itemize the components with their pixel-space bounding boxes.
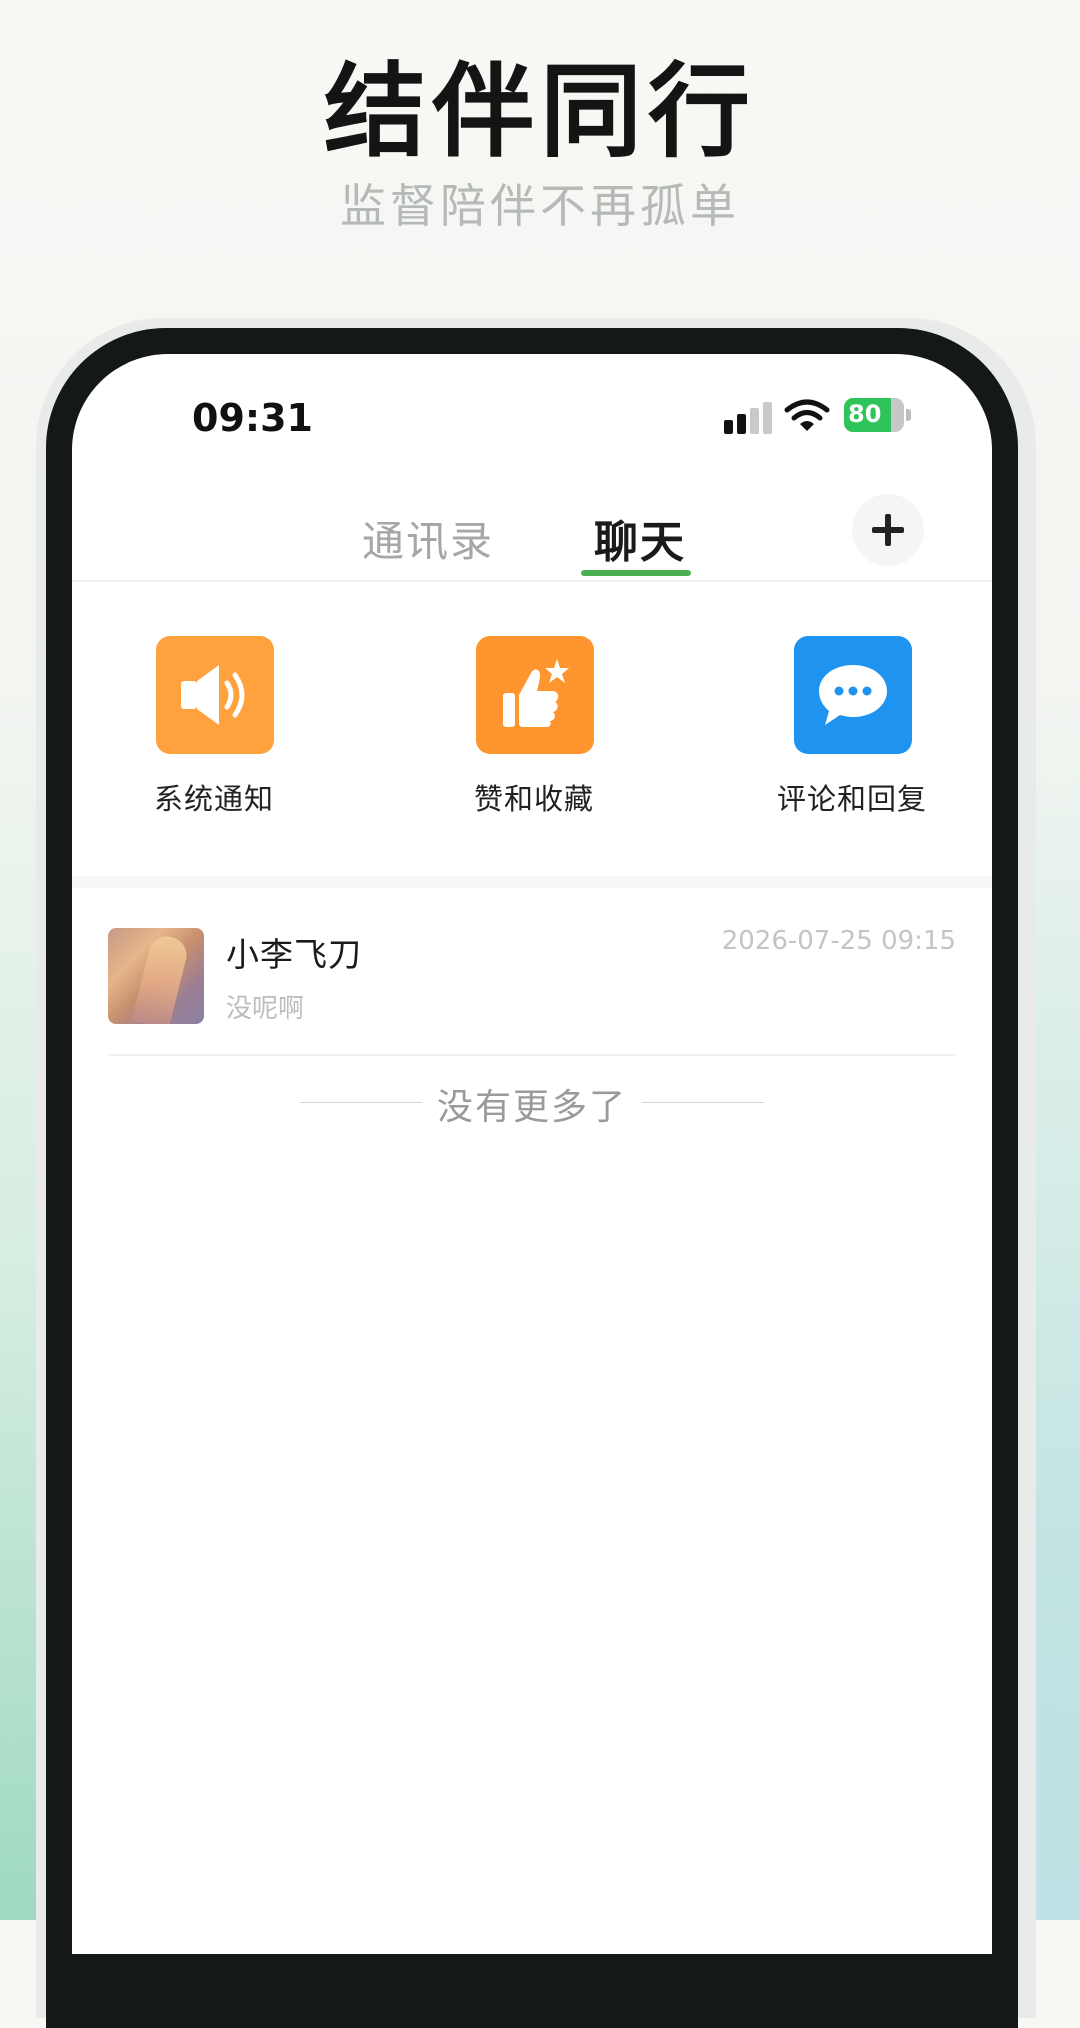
section-separator <box>72 876 992 888</box>
wifi-icon <box>784 399 830 431</box>
battery-level: 80 <box>848 400 882 428</box>
conversation-item[interactable]: 小李飞刀 没呢啊 2026-07-25 09:15 <box>72 888 992 1054</box>
tab-contacts[interactable]: 通讯录 <box>362 508 494 569</box>
tab-chat[interactable]: 聊天 <box>594 506 686 570</box>
conversation-preview: 没呢啊 <box>226 994 305 1024</box>
list-end-text: 没有更多了 <box>436 1087 627 1128</box>
shortcut-likes-favorites[interactable]: 赞和收藏 <box>434 636 634 836</box>
active-tab-indicator <box>581 570 691 576</box>
conversation-time: 2026-07-25 09:15 <box>721 926 956 956</box>
shortcut-label: 评论和回复 <box>776 782 927 816</box>
promo-subtitle: 监督陪伴不再孤单 <box>340 179 740 233</box>
shortcut-label: 系统通知 <box>153 782 274 816</box>
status-time: 09:31 <box>192 396 313 440</box>
tab-divider <box>72 580 992 582</box>
likes-tile <box>476 636 594 754</box>
shortcut-comments-replies[interactable]: 评论和回复 <box>752 636 952 836</box>
avatar <box>108 928 204 1024</box>
comments-tile <box>794 636 912 754</box>
shortcut-label: 赞和收藏 <box>473 782 594 816</box>
speaker-icon <box>181 665 245 725</box>
signal-icon <box>724 402 772 434</box>
end-divider-right <box>642 1102 764 1103</box>
chat-bubble-icon <box>819 665 887 725</box>
plus-icon <box>872 514 904 546</box>
list-divider <box>108 1054 956 1056</box>
shortcut-system-notice[interactable]: 系统通知 <box>114 636 314 836</box>
battery-charging-icon: 80 <box>844 398 912 434</box>
add-button[interactable] <box>852 494 924 566</box>
system-notice-tile <box>156 636 274 754</box>
thumbs-up-star-icon <box>503 659 569 727</box>
phone-screen: 09:31 80 通讯录 聊天 系统通知 赞和收藏 评论和回复 小李飞刀 没呢啊… <box>72 354 992 1954</box>
promo-title: 结伴同行 <box>324 53 756 172</box>
conversation-name: 小李飞刀 <box>226 935 362 974</box>
